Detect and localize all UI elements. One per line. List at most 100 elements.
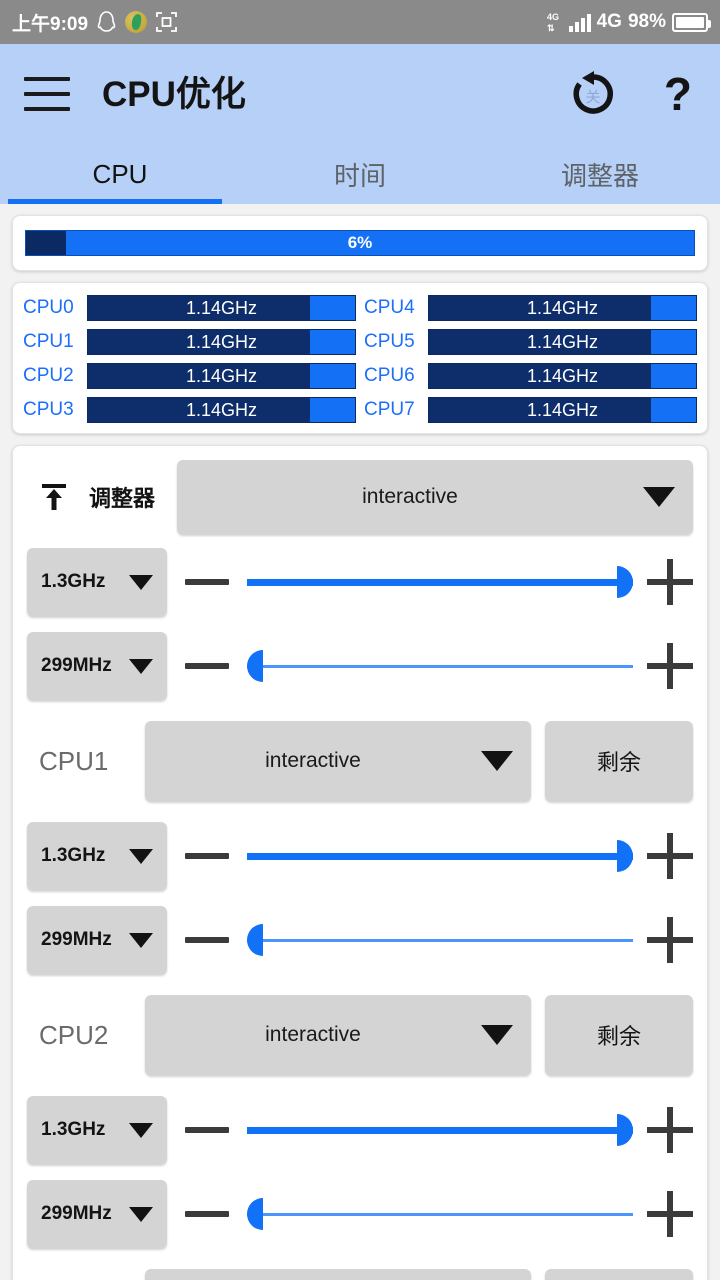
hamburger-menu-icon[interactable]: [24, 77, 70, 111]
cpu-control-block: 1.3GHz 299MHz CPU2 interactive 剩余: [27, 814, 693, 1088]
decrease-min-frequency-button[interactable]: [185, 1211, 229, 1217]
cpu-core-governor-dropdown[interactable]: interactive: [145, 995, 531, 1075]
decrease-min-frequency-button[interactable]: [185, 937, 229, 943]
min-frequency-row: 299MHz: [27, 898, 693, 982]
battery-icon: [672, 12, 711, 32]
app-screen: 上午9:09 4G ⇅ 4G 98% CPU优化 关 ? CPU 时间 调整器 …: [0, 0, 720, 1280]
chevron-down-icon: [481, 1025, 513, 1045]
green-app-icon: [125, 11, 148, 33]
tab-cpu[interactable]: CPU: [0, 144, 240, 204]
app-bar-top: CPU优化 关 ?: [0, 44, 720, 144]
apply-to-all-icon[interactable]: [37, 480, 71, 514]
cpu-core-row: CPU2 1.14GHz: [23, 363, 356, 389]
min-frequency-dropdown[interactable]: 299MHz: [27, 632, 167, 700]
cpu-core-grid: CPU0 1.14GHz CPU4 1.14GHz CPU1 1.14GHz CPU5 1.1…: [23, 295, 697, 423]
increase-min-frequency-button[interactable]: [647, 1191, 693, 1237]
increase-min-frequency-button[interactable]: [647, 643, 693, 689]
slider-thumb[interactable]: [247, 1198, 263, 1230]
overall-load-label: 6%: [347, 233, 373, 252]
cpu-core-freq: 1.14GHz: [185, 297, 258, 318]
cpu-core-governor-row: CPU1 interactive 剩余: [27, 708, 693, 814]
cpu-core-row: CPU0 1.14GHz: [23, 295, 356, 321]
cpu-core-governor-dropdown[interactable]: interactive: [145, 1269, 531, 1280]
increase-max-frequency-button[interactable]: [647, 559, 693, 605]
tab-time[interactable]: 时间: [240, 144, 480, 204]
global-governor-value: interactive: [362, 485, 458, 508]
max-frequency-dropdown[interactable]: 1.3GHz: [27, 1096, 167, 1164]
max-frequency-dropdown[interactable]: 1.3GHz: [27, 822, 167, 890]
status-time: 上午9:09: [12, 13, 89, 35]
max-frequency-slider[interactable]: [247, 836, 633, 876]
min-frequency-value: 299MHz: [41, 655, 112, 676]
increase-max-frequency-button[interactable]: [647, 833, 693, 879]
cpu-core-bar: 1.14GHz: [87, 295, 356, 321]
cpu-core-freq: 1.14GHz: [185, 331, 258, 352]
chevron-down-icon: [129, 1206, 153, 1222]
page-title: CPU优化: [102, 74, 246, 114]
cpu-core-row: CPU6 1.14GHz: [364, 363, 697, 389]
cpu-core-label: CPU5: [364, 331, 415, 352]
status-bar-left: 上午9:09: [12, 9, 177, 36]
cpu-controls-panel: 调整器 interactive 1.3GHz 299MHz CPU1 interact…: [12, 445, 708, 1280]
max-frequency-row: 1.3GHz: [27, 814, 693, 898]
slider-thumb[interactable]: [247, 650, 263, 682]
decrease-max-frequency-button[interactable]: [185, 853, 229, 859]
rest-button[interactable]: 剩余: [545, 1269, 693, 1280]
battery-percent-label: 98%: [627, 11, 666, 32]
cpu-core-row: CPU1 1.14GHz: [23, 329, 356, 355]
decrease-max-frequency-button[interactable]: [185, 1127, 229, 1133]
min-frequency-dropdown[interactable]: 299MHz: [27, 906, 167, 974]
cpu-core-bar: 1.14GHz: [428, 397, 697, 423]
max-frequency-value: 1.3GHz: [41, 1119, 106, 1140]
min-frequency-row: 299MHz: [27, 1172, 693, 1256]
tab-governor[interactable]: 调整器: [480, 144, 720, 204]
cpu-core-row: CPU4 1.14GHz: [364, 295, 697, 321]
cpu-core-bar: 1.14GHz: [87, 363, 356, 389]
min-frequency-slider[interactable]: [247, 1194, 633, 1234]
slider-thumb[interactable]: [247, 924, 263, 956]
min-frequency-slider[interactable]: [247, 646, 633, 686]
increase-min-frequency-button[interactable]: [647, 917, 693, 963]
global-governor-dropdown[interactable]: interactive: [177, 460, 693, 534]
slider-thumb[interactable]: [617, 566, 633, 598]
increase-max-frequency-button[interactable]: [647, 1107, 693, 1153]
max-frequency-value: 1.3GHz: [41, 845, 106, 866]
rest-button[interactable]: 剩余: [545, 721, 693, 801]
min-frequency-dropdown[interactable]: 299MHz: [27, 1180, 167, 1248]
status-bar-right: 4G ⇅ 4G 98%: [546, 10, 711, 34]
cpu-core-freq: 1.14GHz: [185, 365, 258, 386]
max-frequency-dropdown[interactable]: 1.3GHz: [27, 548, 167, 616]
cpu-core-freq: 1.14GHz: [526, 399, 599, 420]
rest-button[interactable]: 剩余: [545, 995, 693, 1075]
cpu-core-freq: 1.14GHz: [526, 365, 599, 386]
cpu-core-freq: 1.14GHz: [185, 399, 258, 420]
cpu-core-governor-dropdown[interactable]: interactive: [145, 721, 531, 801]
max-frequency-slider[interactable]: [247, 562, 633, 602]
min-frequency-value: 299MHz: [41, 1203, 112, 1224]
cpu-core-bar: 1.14GHz: [428, 363, 697, 389]
reset-off-icon[interactable]: 关: [568, 69, 618, 119]
decrease-min-frequency-button[interactable]: [185, 663, 229, 669]
max-frequency-slider[interactable]: [247, 1110, 633, 1150]
chevron-down-icon: [129, 1122, 153, 1138]
cpu-core-label: CPU7: [364, 399, 415, 420]
global-governor-label: 调整器: [89, 486, 156, 511]
min-frequency-slider[interactable]: [247, 920, 633, 960]
slider-thumb[interactable]: [617, 840, 633, 872]
chevron-down-icon: [129, 932, 153, 948]
cpu-core-governor-row: CPU2 interactive 剩余: [27, 982, 693, 1088]
cpu-core-row: CPU5 1.14GHz: [364, 329, 697, 355]
signal-bars-icon: [568, 12, 591, 32]
cpu-core-name: CPU2: [39, 1019, 109, 1050]
overall-load-fill: [26, 231, 67, 255]
max-frequency-row: 1.3GHz: [27, 540, 693, 624]
cpu-control-block: 1.3GHz299MHzCPU3interactive剩余: [27, 1088, 693, 1280]
cpu-control-block: 1.3GHz 299MHz CPU1 interactive 剩余: [27, 540, 693, 814]
active-tab-indicator: [8, 199, 222, 204]
chevron-down-icon: [481, 751, 513, 771]
help-button[interactable]: ?: [664, 71, 696, 117]
network-type-label: 4G: [596, 11, 622, 32]
decrease-max-frequency-button[interactable]: [185, 579, 229, 585]
global-governor-row: 调整器 interactive: [27, 454, 693, 540]
slider-thumb[interactable]: [617, 1114, 633, 1146]
